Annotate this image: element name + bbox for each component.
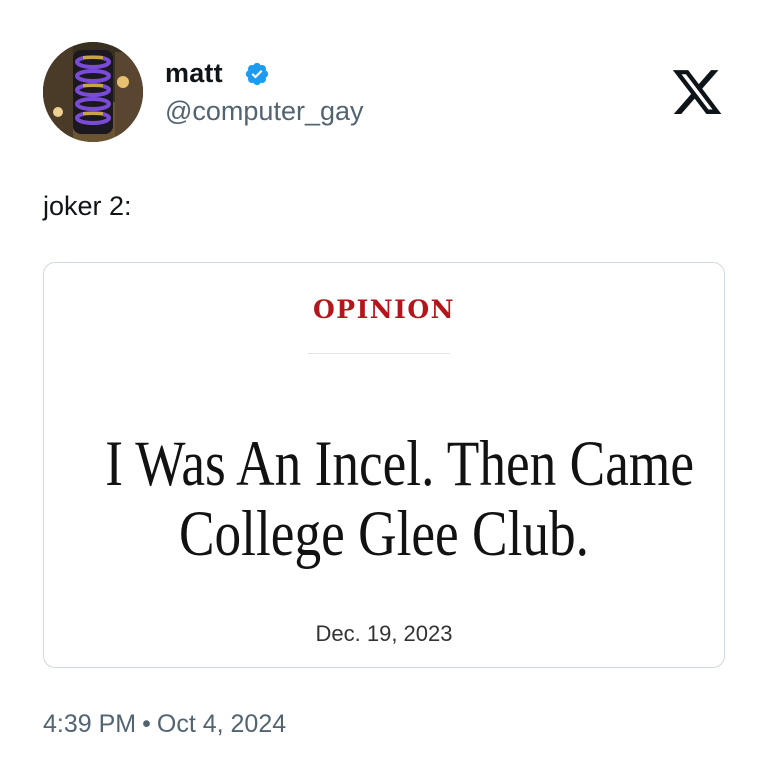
- article-card[interactable]: OPINION I Was An Incel. Then Came Colleg…: [43, 262, 725, 668]
- post-time: 4:39 PM: [43, 710, 137, 738]
- post-date: Oct 4, 2024: [156, 710, 287, 738]
- headline-line-1: I Was An Incel. Then Came: [105, 428, 694, 500]
- author-handle[interactable]: @computer_gay: [165, 96, 364, 127]
- verified-badge-icon: [245, 62, 269, 86]
- article-headline: I Was An Incel. Then Came College Glee C…: [105, 428, 694, 570]
- display-name[interactable]: matt: [165, 58, 223, 89]
- article-date: Dec. 19, 2023: [315, 621, 453, 646]
- avatar-image: [43, 42, 143, 142]
- avatar[interactable]: [43, 42, 143, 142]
- separator-dot: •: [142, 710, 151, 738]
- x-logo-icon[interactable]: [670, 64, 724, 120]
- headline-line-2: College Glee Club.: [178, 498, 590, 570]
- tweet-text: joker 2:: [43, 191, 132, 221]
- article-section-label: OPINION: [313, 295, 455, 324]
- card-divider: [308, 353, 450, 354]
- post-timestamp[interactable]: 4:39 PM • Oct 4, 2024: [43, 710, 286, 739]
